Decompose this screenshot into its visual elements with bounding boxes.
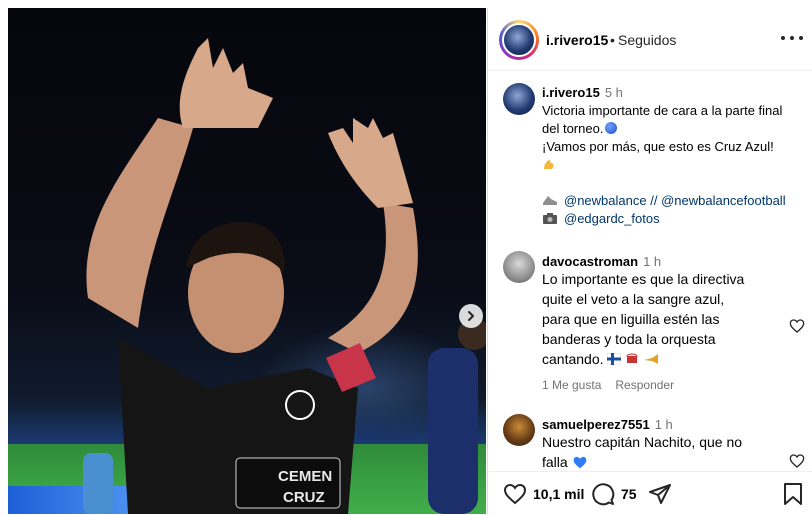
caption-time: 5 h [604, 85, 623, 100]
camera-icon [543, 213, 557, 224]
share-button[interactable] [648, 482, 672, 506]
svg-text:CRUZ: CRUZ [283, 489, 325, 506]
caption-header: i.rivero15 5 h [542, 84, 623, 102]
caption-text-3: ¡Vamos por más, que esto es Cruz Azul! [542, 139, 774, 154]
mention-edgardc-fotos[interactable]: @edgardc_fotos [564, 211, 660, 226]
trumpet-icon [644, 354, 659, 364]
comments-count: 75 [621, 486, 637, 502]
comment-text-line: cantando. [542, 349, 659, 369]
mention-separator: // [650, 193, 658, 208]
author-username[interactable]: i.rivero15 [546, 32, 608, 48]
next-image-button[interactable] [459, 304, 483, 328]
save-button[interactable] [782, 482, 804, 506]
header-separator: • [610, 32, 615, 48]
comment-text-line: quite el veto a la sangre azul, [542, 291, 725, 307]
caption-mentions-2: @edgardc_fotos [542, 210, 660, 228]
comment-text-line: Nuestro capitán Nachito, que no [542, 434, 743, 450]
comment-text-line: Lo importante es que la directiva [542, 271, 745, 287]
post-header: i.rivero15 • Seguidos [488, 8, 812, 71]
comment-username[interactable]: davocastroman [542, 254, 638, 269]
caption-username[interactable]: i.rivero15 [542, 85, 600, 100]
chevron-right-icon [468, 311, 474, 321]
mention-newbalancefootball[interactable]: @newbalancefootball [661, 193, 786, 208]
comment-avatar[interactable] [503, 414, 535, 446]
comment-likes[interactable]: 1 Me gusta [542, 378, 601, 392]
post-image[interactable]: CEMEN CRUZ [8, 8, 486, 514]
comments-list: i.rivero15 5 h Victoria importante de car… [488, 71, 812, 471]
shoe-icon [543, 196, 557, 205]
svg-text:CEMEN: CEMEN [278, 468, 332, 485]
comment-username[interactable]: samuelperez7551 [542, 417, 650, 432]
heart-icon [503, 483, 527, 505]
comment-text-line: para que en liguilla estén las [542, 311, 720, 327]
mention-newbalance[interactable]: @newbalance [564, 193, 647, 208]
blue-circle-emoji [605, 122, 618, 134]
post-panel: i.rivero15 • Seguidos i.rivero15 5 h Vict… [487, 8, 812, 514]
comment-like-heart-icon[interactable] [789, 453, 805, 469]
share-icon [649, 484, 671, 504]
player-figure: CEMEN CRUZ [83, 38, 486, 514]
comment-like-heart-icon[interactable] [789, 318, 805, 334]
comment-button[interactable]: 75 [591, 482, 637, 506]
caption-mentions-1: @newbalance // @newbalancefootball [542, 192, 786, 210]
more-options-icon[interactable] [781, 30, 803, 46]
comment-text-line: falla [542, 452, 588, 471]
comment-icon [592, 483, 615, 506]
reply-button[interactable]: Responder [615, 378, 674, 392]
caption-avatar[interactable] [503, 83, 535, 115]
comment-time: 1 h [643, 254, 662, 269]
comment-avatar[interactable] [503, 251, 535, 283]
flexed-biceps-emoji [542, 156, 556, 174]
follow-status[interactable]: Seguidos [618, 32, 676, 48]
bookmark-icon [784, 483, 802, 505]
drum-icon [626, 353, 638, 363]
blue-heart-icon [573, 456, 586, 469]
author-avatar[interactable] [499, 20, 539, 60]
comment-text-line: banderas y toda la orquesta [542, 331, 716, 347]
comment-time: 1 h [654, 417, 673, 432]
comment-meta: 1 Me gusta Responder [542, 378, 688, 392]
action-bar: 10,1 mil 75 [488, 471, 812, 515]
caption-text-2: del torneo. [542, 120, 618, 138]
caption-text-1: Victoria importante de cara a la parte f… [542, 103, 783, 118]
finland-flag-icon [606, 352, 622, 366]
like-button[interactable]: 10,1 mil [503, 482, 584, 506]
likes-count[interactable]: 10,1 mil [533, 486, 584, 502]
